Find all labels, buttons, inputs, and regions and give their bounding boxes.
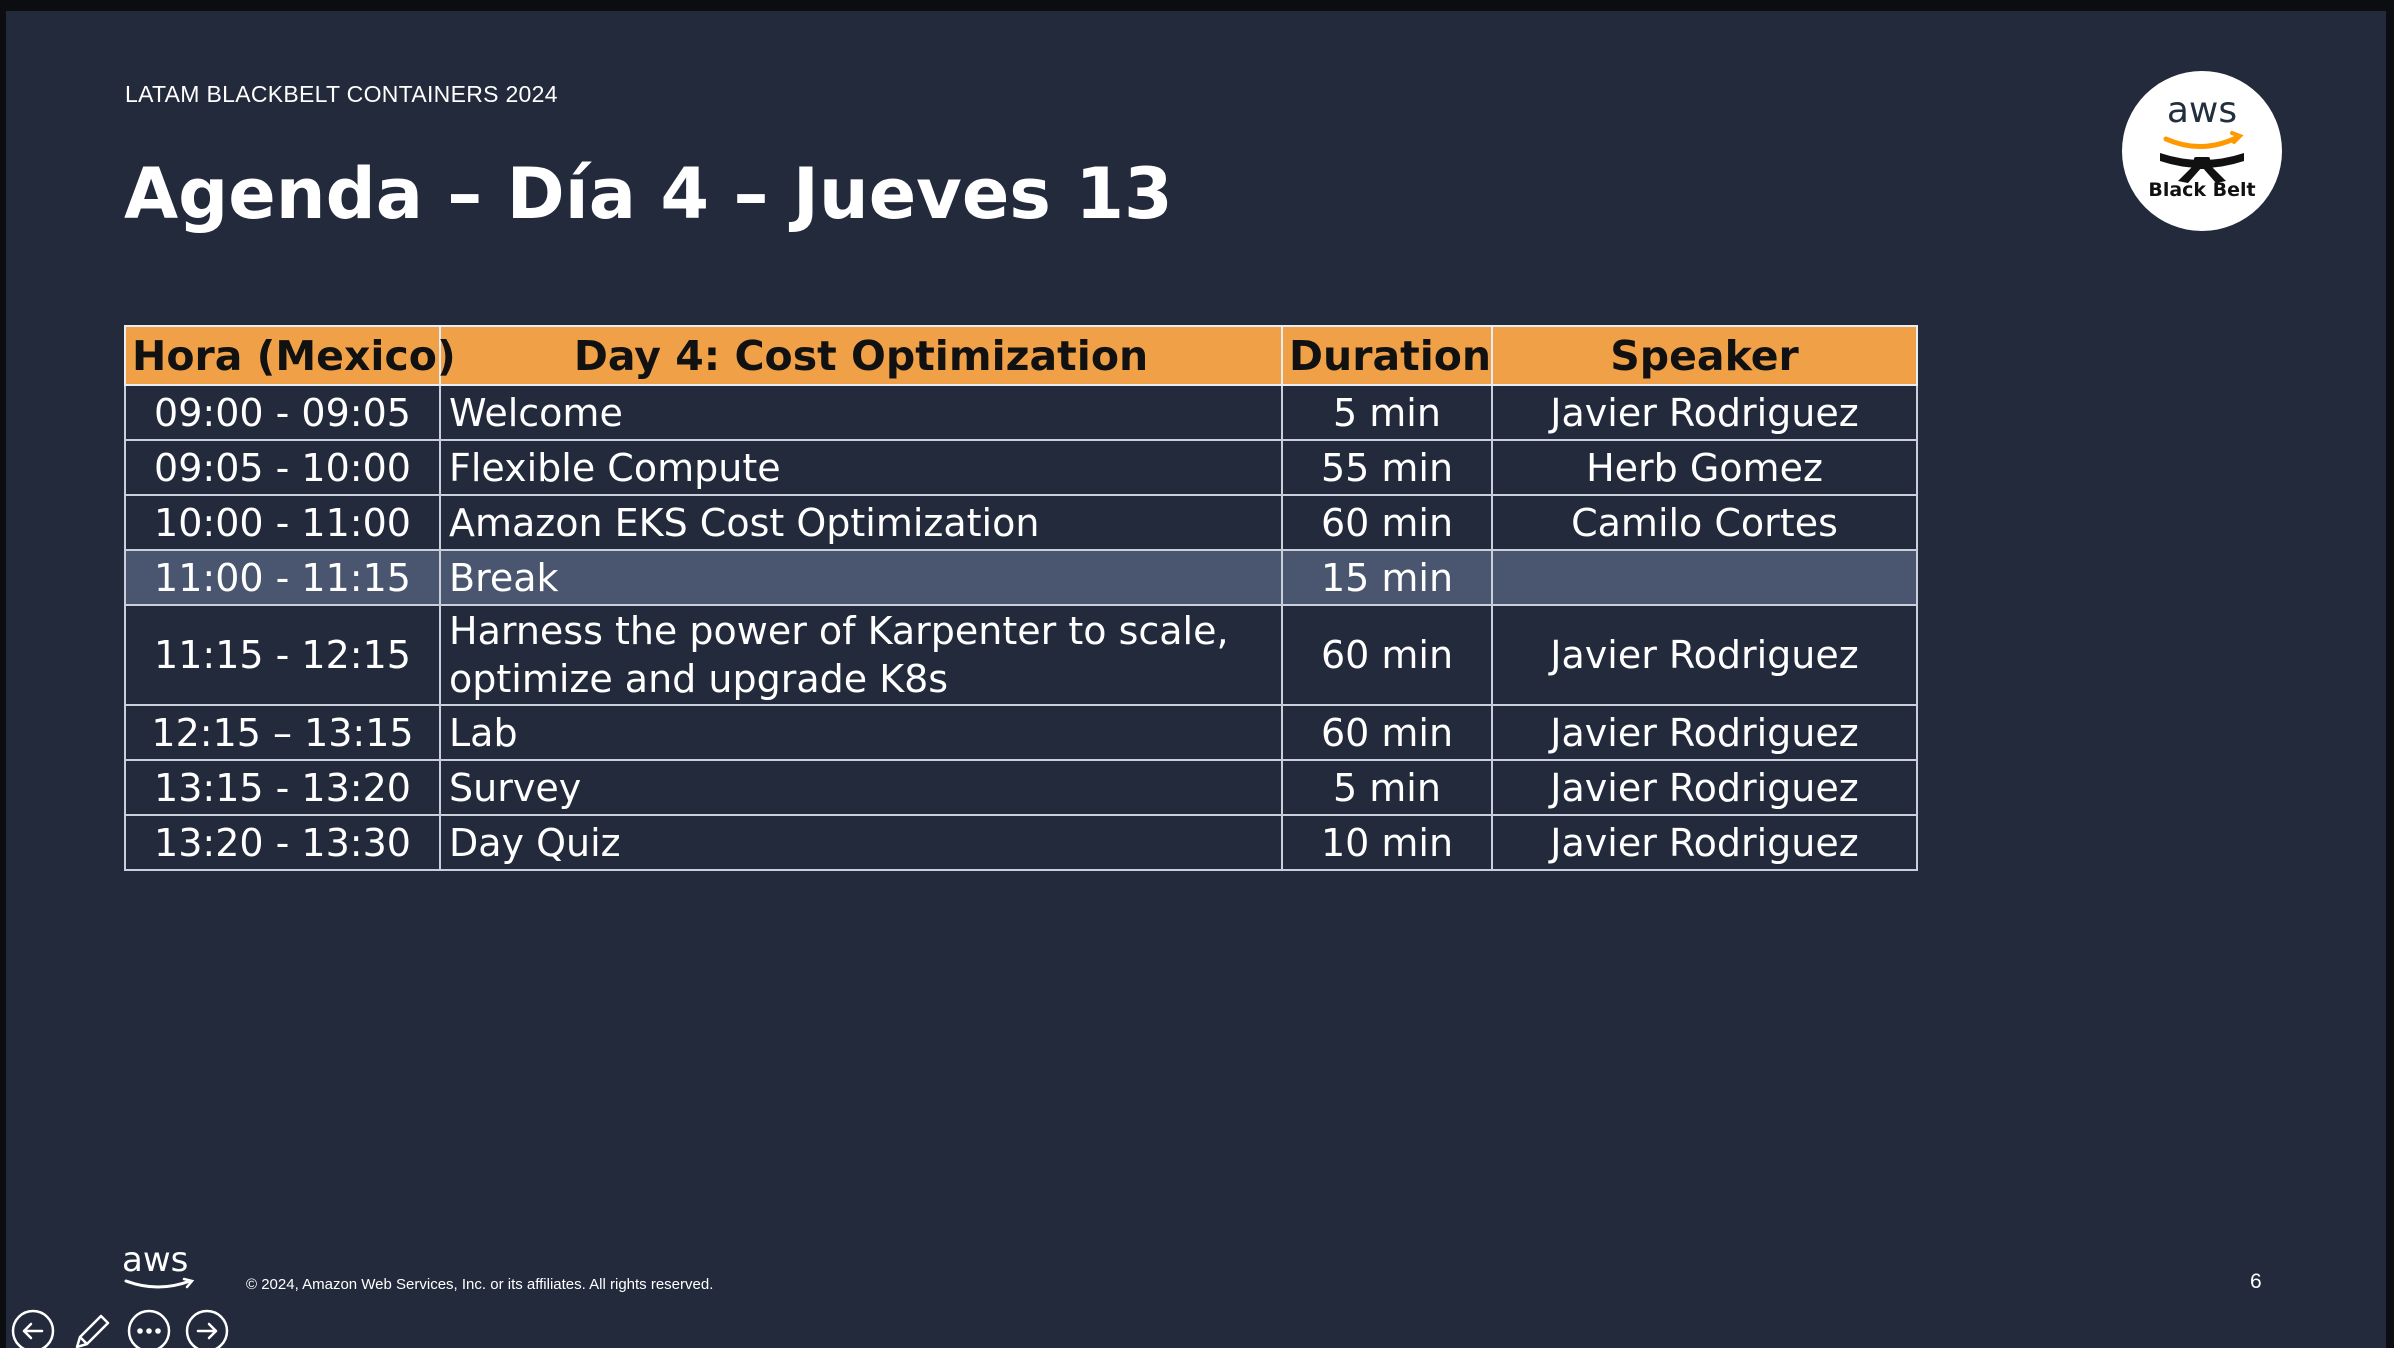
column-header-time: Hora (Mexico) — [124, 325, 456, 386]
copyright-notice: © 2024, Amazon Web Services, Inc. or its… — [246, 1276, 714, 1293]
time-cell: 13:20 - 13:30 — [124, 814, 441, 871]
table-row: 09:00 - 09:05 Welcome 5 min Javier Rodri… — [124, 384, 1918, 441]
more-options-button[interactable] — [127, 1309, 171, 1348]
speaker-cell: Javier Rodriguez — [1491, 604, 1918, 706]
agenda-table: Hora (Mexico) Day 4: Cost Optimization D… — [124, 325, 1918, 871]
aws-smile-icon — [124, 1277, 195, 1289]
speaker-cell: Herb Gomez — [1491, 439, 1918, 496]
time-cell: 09:00 - 09:05 — [124, 384, 441, 441]
duration-cell: 55 min — [1281, 439, 1493, 496]
black-belt-icon — [2160, 131, 2244, 183]
duration-cell: 10 min — [1281, 814, 1493, 871]
column-header-topic: Day 4: Cost Optimization — [439, 325, 1283, 386]
speaker-cell: Javier Rodriguez — [1491, 814, 1918, 871]
time-cell: 10:00 - 11:00 — [124, 494, 441, 551]
screen: LATAM BLACKBELT CONTAINERS 2024 Agenda –… — [0, 0, 2394, 1348]
table-row: 12:15 – 13:15 Lab 60 min Javier Rodrigue… — [124, 704, 1918, 761]
duration-cell: 5 min — [1281, 759, 1493, 816]
time-cell: 11:00 - 11:15 — [124, 549, 441, 606]
arrow-left-icon — [11, 1309, 55, 1348]
aws-black-belt-badge: aws Black Belt — [2122, 71, 2282, 231]
pen-tool-button[interactable] — [69, 1309, 113, 1348]
column-header-speaker: Speaker — [1491, 325, 1918, 386]
topic-cell: Harness the power of Karpenter to scale,… — [439, 604, 1283, 706]
duration-cell: 15 min — [1281, 549, 1493, 606]
speaker-cell: Javier Rodriguez — [1491, 384, 1918, 441]
speaker-cell: Camilo Cortes — [1491, 494, 1918, 551]
badge-caption: Black Belt — [2148, 179, 2256, 201]
topic-cell: Day Quiz — [439, 814, 1283, 871]
duration-cell: 60 min — [1281, 494, 1493, 551]
table-row: 10:00 - 11:00 Amazon EKS Cost Optimizati… — [124, 494, 1918, 551]
speaker-cell: Javier Rodriguez — [1491, 704, 1918, 761]
duration-cell: 5 min — [1281, 384, 1493, 441]
topic-cell: Survey — [439, 759, 1283, 816]
duration-cell: 60 min — [1281, 704, 1493, 761]
table-row: 13:20 - 13:30 Day Quiz 10 min Javier Rod… — [124, 814, 1918, 871]
column-header-duration: Duration — [1281, 325, 1493, 386]
topic-cell: Flexible Compute — [439, 439, 1283, 496]
topic-cell: Break — [439, 549, 1283, 606]
more-options-icon — [127, 1309, 171, 1348]
table-header-row: Hora (Mexico) Day 4: Cost Optimization D… — [124, 325, 1918, 386]
pen-icon — [75, 1314, 110, 1348]
arrow-right-icon — [185, 1309, 229, 1348]
topic-cell: Welcome — [439, 384, 1283, 441]
slide-title: Agenda – Día 4 – Jueves 13 — [124, 153, 1173, 235]
slide-page-number: 6 — [2250, 1270, 2262, 1293]
time-cell: 09:05 - 10:00 — [124, 439, 441, 496]
time-cell: 13:15 - 13:20 — [124, 759, 441, 816]
topic-cell: Amazon EKS Cost Optimization — [439, 494, 1283, 551]
table-row: 11:15 - 12:15 Harness the power of Karpe… — [124, 604, 1918, 706]
speaker-cell: Javier Rodriguez — [1491, 759, 1918, 816]
table-row: 09:05 - 10:00 Flexible Compute 55 min He… — [124, 439, 1918, 496]
time-cell: 12:15 – 13:15 — [124, 704, 441, 761]
duration-cell: 60 min — [1281, 604, 1493, 706]
next-slide-button[interactable] — [185, 1309, 229, 1348]
table-row: 13:15 - 13:20 Survey 5 min Javier Rodrig… — [124, 759, 1918, 816]
topic-cell: Lab — [439, 704, 1283, 761]
time-cell: 11:15 - 12:15 — [124, 604, 441, 706]
aws-footer-logo: aws — [122, 1243, 202, 1293]
footer-aws-wordmark: aws — [122, 1240, 189, 1280]
previous-slide-button[interactable] — [11, 1309, 55, 1348]
presentation-slide: LATAM BLACKBELT CONTAINERS 2024 Agenda –… — [6, 11, 2386, 1348]
event-label: LATAM BLACKBELT CONTAINERS 2024 — [125, 81, 558, 107]
table-row-break: 11:00 - 11:15 Break 15 min — [124, 549, 1918, 606]
speaker-cell — [1491, 549, 1918, 606]
